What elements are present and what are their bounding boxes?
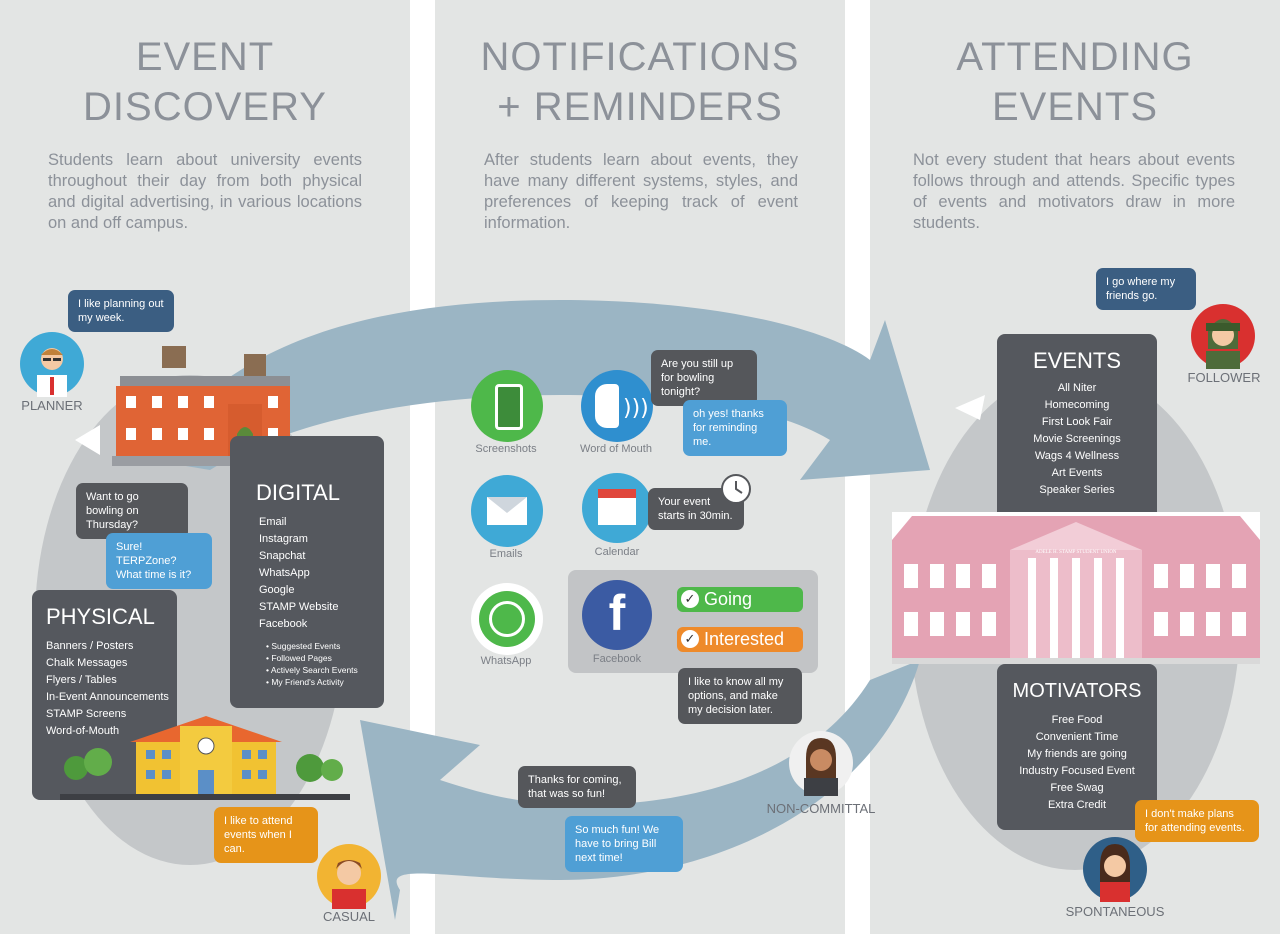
event-item: All Niter [1057,382,1097,394]
physical-item: Banners / Posters [46,640,134,652]
spontaneous-quote: I don't make plans for attending events. [1135,800,1259,842]
interested-button[interactable]: ✓ Interested [677,627,803,652]
screenshots-icon [471,370,543,442]
noncommittal-avatar [789,731,853,796]
event-item: Speaker Series [1039,484,1115,496]
facebook-subitem: • Suggested Events [266,641,341,651]
word-of-mouth-label: Word of Mouth [580,443,652,455]
follower-avatar [1191,304,1255,369]
still-up-bubble: Are you still up for bowling tonight? [651,350,757,406]
notifications-heading-line2: + REMINDERS [497,85,783,129]
motivator-item: Convenient Time [1035,731,1119,743]
thanks-bubble: Thanks for coming, that was so fun! [518,766,636,808]
facebook-subitems: • Suggested Events • Followed Pages • Ac… [266,640,358,688]
digital-item: Google [259,584,295,596]
facebook-icon: f [582,580,652,650]
notifications-description: After students learn about events, they … [484,151,798,232]
motivators-box: MOTIVATORS Free Food Convenient Time My … [997,664,1157,830]
events-items: All Niter Homecoming First Look Fair Mov… [997,380,1157,499]
noncommittal-quote: I like to know all my options, and make … [678,668,802,724]
emails-label: Emails [489,548,523,560]
casual-quote: I like to attend events when I can. [214,807,318,863]
motivators-items: Free Food Convenient Time My friends are… [997,712,1157,814]
motivator-item: My friends are going [1027,748,1127,760]
event-item: First Look Fair [1041,416,1113,428]
motivators-title: MOTIVATORS [1012,680,1142,702]
whatsapp-icon [471,583,543,655]
so-fun-bubble: So much fun! We have to bring Bill next … [565,816,683,872]
physical-item: Chalk Messages [46,657,128,669]
physical-item: In-Event Announcements [46,691,169,703]
clock-icon [721,474,751,504]
follower-quote: I go where my friends go. [1096,268,1196,310]
digital-item: Snapchat [259,550,306,562]
bowling-answer-bubble: Sure! TERPZone? What time is it? [106,533,212,589]
events-box: EVENTS All Niter Homecoming First Look F… [997,334,1157,524]
motivator-item: Free Food [1051,714,1103,726]
attending-heading: ATTENDING EVENTS [905,32,1245,132]
digital-items: Email Instagram Snapchat WhatsApp Google… [259,514,338,633]
attending-heading-line2: EVENTS [991,85,1159,129]
digital-item: STAMP Website [259,601,339,613]
planner-quote: I like planning out my week. [68,290,174,332]
digital-item: Email [259,516,287,528]
going-button[interactable]: ✓ Going [677,587,803,612]
event-item: Art Events [1051,467,1103,479]
motivator-item: Extra Credit [1047,799,1107,811]
going-label: Going [704,589,753,609]
planner-label: PLANNER [21,398,83,413]
facebook-subitem: • Actively Search Events [266,665,358,675]
word-of-mouth-icon: ))) [581,370,653,442]
casual-label: CASUAL [322,909,376,924]
physical-title: PHYSICAL [46,604,155,629]
motivator-item: Industry Focused Event [1019,765,1135,777]
spontaneous-avatar [1083,837,1147,902]
whatsapp-label: WhatsApp [480,655,532,667]
events-title: EVENTS [1032,348,1122,373]
planner-avatar [20,332,84,397]
email-icon [471,475,543,547]
digital-item: Instagram [259,533,308,545]
building-sign: ADELE H. STAMP STUDENT UNION [1035,550,1117,555]
discovery-heading-line2: DISCOVERY [83,85,327,129]
discovery-heading-line1: EVENT [135,35,275,79]
digital-box: DIGITAL Email Instagram Snapchat WhatsAp… [230,436,384,708]
school-building-icon [60,716,350,800]
attending-heading-line1: ATTENDING [956,35,1194,79]
facebook-subitem: • Followed Pages [266,653,332,663]
physical-item: Flyers / Tables [46,674,117,686]
facebook-label: Facebook [592,653,642,665]
student-union-building: ADELE H. STAMP STUDENT UNION [892,512,1260,664]
white-arrowhead-right [955,395,985,420]
digital-item: WhatsApp [259,567,310,579]
screenshots-label: Screenshots [475,443,537,455]
event-item: Homecoming [1044,399,1110,411]
check-icon: ✓ [681,630,699,648]
notifications-heading-line1: NOTIFICATIONS [480,35,800,79]
discovery-heading: EVENT DISCOVERY [40,32,370,132]
attending-description: Not every student that hears about event… [913,151,1235,232]
calendar-icon [582,473,652,543]
discovery-description: Students learn about university events t… [48,151,362,232]
motivator-item: Free Swag [1050,782,1104,794]
facebook-subitem: • My Friend's Activity [266,677,344,687]
event-item: Wags 4 Wellness [1034,450,1120,462]
event-item: Movie Screenings [1033,433,1121,445]
digital-title: DIGITAL [256,480,340,505]
spontaneous-label: SPONTANEOUS [1065,904,1165,919]
casual-avatar [317,844,381,909]
reply-bubble: oh yes! thanks for reminding me. [683,400,787,456]
bowling-question-bubble: Want to go bowling on Thursday? [76,483,188,539]
follower-label: FOLLOWER [1187,370,1261,385]
noncommittal-label: NON-COMMITTAL [766,801,876,816]
interested-label: Interested [704,629,785,649]
notifications-heading: NOTIFICATIONS + REMINDERS [470,32,810,132]
student-union-drawing [892,512,1260,664]
digital-item: Facebook [259,618,308,630]
check-icon: ✓ [681,590,699,608]
calendar-label: Calendar [594,546,640,558]
